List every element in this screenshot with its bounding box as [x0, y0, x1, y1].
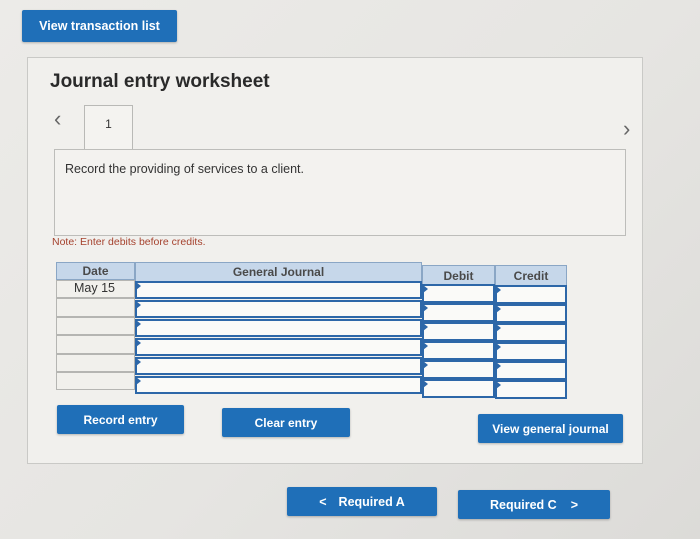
view-general-journal-button[interactable]: View general journal: [478, 414, 623, 443]
chevron-left-icon: <: [319, 494, 327, 509]
credit-input[interactable]: [495, 342, 567, 361]
account-input[interactable]: [135, 357, 422, 375]
account-input[interactable]: [135, 281, 422, 299]
header-general-journal: General Journal: [135, 262, 422, 282]
account-input[interactable]: [135, 300, 422, 318]
header-debit: Debit: [422, 265, 495, 285]
debit-input[interactable]: [422, 360, 495, 379]
clear-entry-button[interactable]: Clear entry: [222, 408, 350, 437]
description-text: Record the providing of services to a cl…: [65, 162, 305, 176]
credit-input[interactable]: [495, 380, 567, 399]
debit-input[interactable]: [422, 379, 495, 398]
date-cell: [56, 354, 135, 372]
debit-input[interactable]: [422, 322, 495, 341]
date-value: May 15: [74, 281, 115, 295]
account-input[interactable]: [135, 338, 422, 356]
required-c-button[interactable]: Required C >: [458, 490, 610, 519]
debit-input[interactable]: [422, 284, 495, 303]
header-date: Date: [56, 262, 135, 280]
header-credit: Credit: [495, 265, 567, 286]
required-a-label: Required A: [338, 494, 405, 509]
note-text: Note: Enter debits before credits.: [52, 236, 206, 248]
date-cell: [56, 372, 135, 390]
debit-input[interactable]: [422, 341, 495, 360]
date-cell: [56, 298, 135, 317]
credit-input[interactable]: [495, 323, 567, 342]
chevron-right-icon[interactable]: ›: [623, 118, 630, 140]
debit-input[interactable]: [422, 303, 495, 322]
credit-input[interactable]: [495, 304, 567, 323]
chevron-right-icon: >: [570, 497, 578, 512]
credit-input[interactable]: [495, 361, 567, 380]
account-input[interactable]: [135, 376, 422, 394]
record-entry-button[interactable]: Record entry: [57, 405, 184, 434]
page-title: Journal entry worksheet: [50, 71, 270, 92]
required-a-button[interactable]: < Required A: [287, 487, 437, 516]
account-input[interactable]: [135, 319, 422, 337]
date-cell: [56, 317, 135, 335]
chevron-left-icon[interactable]: ‹: [54, 108, 61, 130]
required-c-label: Required C: [490, 497, 557, 512]
credit-input[interactable]: [495, 285, 567, 304]
view-transaction-list-button[interactable]: View transaction list: [22, 10, 177, 42]
date-cell: [56, 335, 135, 354]
tab-1[interactable]: 1: [84, 105, 133, 151]
